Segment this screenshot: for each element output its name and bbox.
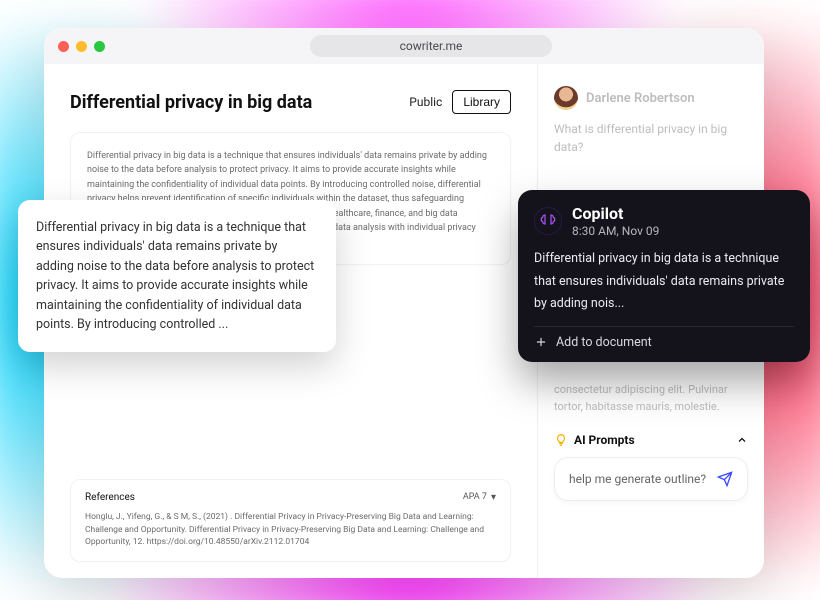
brain-icon	[534, 207, 562, 235]
copilot-timestamp: 8:30 AM, Nov 09	[572, 224, 659, 238]
copilot-card: Copilot 8:30 AM, Nov 09 Differential pri…	[518, 190, 810, 362]
traffic-light-zoom[interactable]	[94, 41, 105, 52]
window-titlebar: cowriter.me	[44, 28, 764, 64]
add-to-document-button[interactable]: Add to document	[534, 326, 794, 350]
user-name: Darlene Robertson	[586, 91, 695, 106]
references-header: References APA 7 ▾	[85, 492, 496, 503]
document-title: Differential privacy in big data	[70, 92, 312, 113]
references-card: References APA 7 ▾ Honglu, J., Yifeng, G…	[70, 479, 511, 562]
ai-prompts-header[interactable]: AI Prompts	[554, 433, 748, 447]
reference-style-select[interactable]: APA 7 ▾	[463, 492, 496, 503]
reference-entry: Honglu, J., Yifeng, G., & S M, S., (2021…	[85, 511, 496, 549]
chevron-down-icon: ▾	[491, 492, 496, 503]
reference-style-label: APA 7	[463, 492, 487, 502]
add-to-document-label: Add to document	[556, 335, 652, 350]
user-message-header: Darlene Robertson	[554, 86, 748, 110]
excerpt-text: Differential privacy in big data is a te…	[36, 220, 314, 332]
lightbulb-icon	[554, 433, 568, 447]
send-icon[interactable]	[717, 471, 733, 487]
traffic-light-minimize[interactable]	[76, 41, 87, 52]
visibility-controls: Public Library	[409, 90, 511, 114]
copilot-name: Copilot	[572, 204, 659, 223]
user-message: What is differential privacy in big data…	[554, 120, 748, 156]
visibility-library-button[interactable]: Library	[452, 90, 511, 114]
plus-icon	[534, 335, 548, 349]
prompt-input[interactable]: help me generate outline?	[569, 472, 717, 486]
prompt-input-box[interactable]: help me generate outline?	[554, 457, 748, 501]
traffic-light-close[interactable]	[58, 41, 69, 52]
copilot-message: Differential privacy in big data is a te…	[534, 248, 794, 316]
url-text: cowriter.me	[400, 39, 463, 53]
visibility-public[interactable]: Public	[409, 95, 442, 109]
assistant-earlier-text: consectetur adipiscing elit. Pulvinar to…	[554, 382, 748, 415]
chevron-up-icon	[736, 434, 748, 446]
excerpt-popover: Differential privacy in big data is a te…	[18, 200, 336, 352]
references-title: References	[85, 492, 135, 503]
editor-header: Differential privacy in big data Public …	[70, 90, 511, 114]
copilot-header: Copilot 8:30 AM, Nov 09	[534, 204, 794, 238]
url-bar[interactable]: cowriter.me	[310, 35, 553, 57]
avatar	[554, 86, 578, 110]
ai-prompts-label: AI Prompts	[574, 433, 635, 447]
